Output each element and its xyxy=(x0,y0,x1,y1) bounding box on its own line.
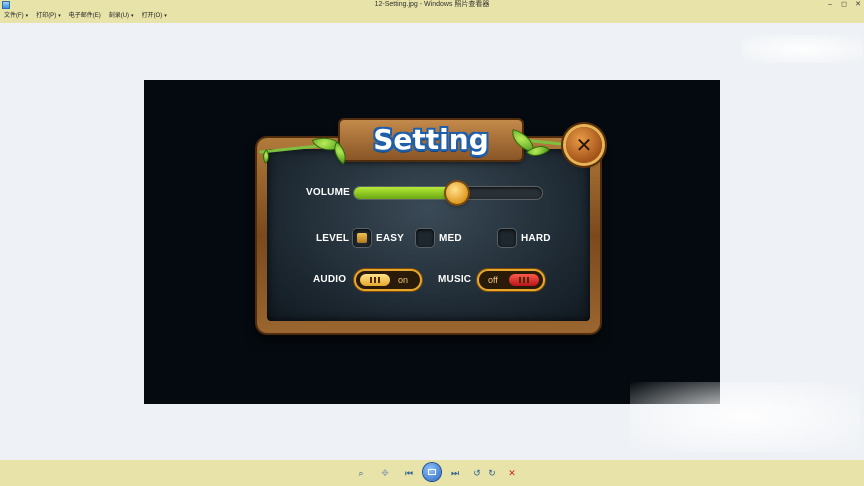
med-label: MED xyxy=(439,233,462,244)
toggle-knob xyxy=(360,274,390,286)
audio-label: AUDIO xyxy=(313,274,347,285)
settings-close-button[interactable]: ✕ xyxy=(566,127,602,163)
slideshow-icon xyxy=(428,469,436,475)
music-label: MUSIC xyxy=(438,274,472,285)
music-state: off xyxy=(488,275,498,285)
next-button[interactable]: ⏭ xyxy=(448,467,462,479)
close-window-button[interactable]: ✕ xyxy=(854,0,862,10)
viewer-toolbar: ⌕ ✥ ⏮ ⏭ ↺ ↻ ✕ xyxy=(0,460,864,486)
audio-toggle[interactable]: on xyxy=(356,271,420,289)
hard-label: HARD xyxy=(521,233,551,244)
music-toggle[interactable]: off xyxy=(479,271,543,289)
menu-bar: 文件(F) ▾ 打印(P) ▾ 电子邮件(E) 刻录(U) ▾ 打开(O) ▾ xyxy=(0,10,864,23)
volume-label: VOLUME xyxy=(306,187,350,198)
easy-label: EASY xyxy=(376,233,405,244)
menu-email[interactable]: 电子邮件(E) xyxy=(69,10,101,23)
menu-open[interactable]: 打开(O) ▾ xyxy=(142,10,167,23)
maximize-button[interactable]: ◻ xyxy=(840,0,848,10)
zoom-button[interactable]: ⌕ xyxy=(354,467,368,479)
fit-window-button[interactable]: ✥ xyxy=(378,467,392,479)
level-label: LEVEL xyxy=(316,233,350,244)
delete-button[interactable]: ✕ xyxy=(506,467,518,479)
chevron-down-icon: ▾ xyxy=(58,13,61,19)
menu-file[interactable]: 文件(F) ▾ xyxy=(4,10,28,23)
window-controls: – ◻ ✕ xyxy=(826,0,862,10)
toggle-knob xyxy=(509,274,539,286)
window-title: 12-Setting.jpg - Windows 照片查看器 xyxy=(374,1,490,8)
menu-burn[interactable]: 刻录(U) ▾ xyxy=(109,10,134,23)
screen-glare xyxy=(630,382,860,452)
minimize-button[interactable]: – xyxy=(826,0,834,10)
chevron-down-icon: ▾ xyxy=(164,13,167,19)
settings-title: Setting xyxy=(373,123,489,156)
previous-button[interactable]: ⏮ xyxy=(402,467,416,479)
menu-print[interactable]: 打印(P) ▾ xyxy=(36,10,61,23)
audio-state: on xyxy=(398,275,409,285)
slideshow-button[interactable] xyxy=(423,463,441,481)
checkmark xyxy=(357,233,367,243)
close-icon: ✕ xyxy=(575,133,593,157)
hard-checkbox[interactable] xyxy=(498,229,516,247)
chevron-down-icon: ▾ xyxy=(131,13,134,19)
rotate-clockwise-button[interactable]: ↻ xyxy=(486,467,498,479)
rotate-counterclockwise-button[interactable]: ↺ xyxy=(471,467,483,479)
volume-slider-fill xyxy=(354,187,458,199)
screen-glare xyxy=(742,35,862,63)
chevron-down-icon: ▾ xyxy=(25,13,29,19)
displayed-image: Setting ✕ VOLUME LEVEL EASY MED HARD AUD… xyxy=(144,80,720,404)
easy-checkbox[interactable] xyxy=(353,229,371,247)
med-checkbox[interactable] xyxy=(416,229,434,247)
title-bar: 12-Setting.jpg - Windows 照片查看器 – ◻ ✕ xyxy=(0,0,864,10)
